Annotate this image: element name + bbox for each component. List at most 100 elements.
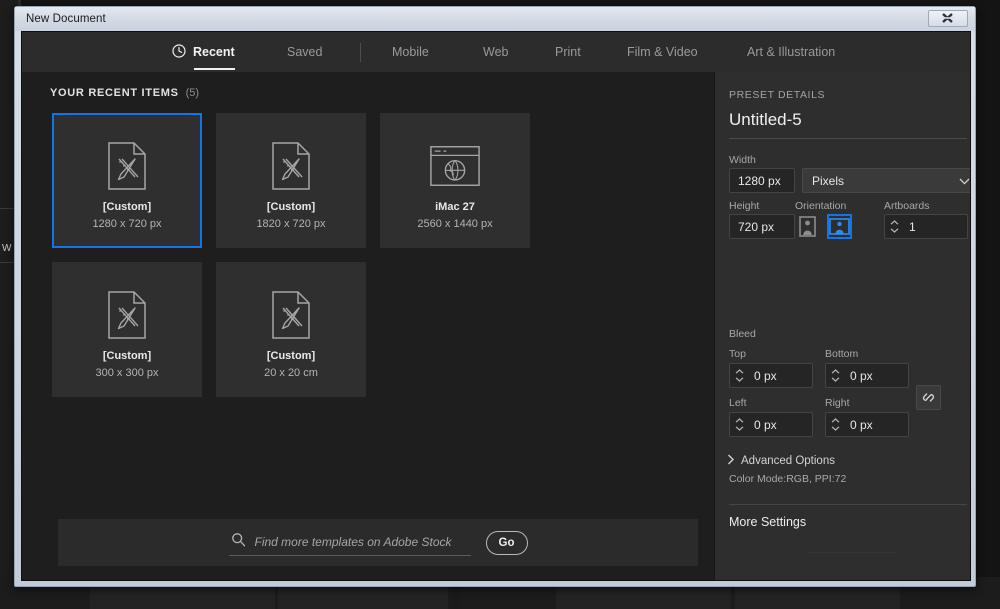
bleed-bottom-value: 0 px xyxy=(845,364,908,387)
stepper-arrows[interactable] xyxy=(826,413,845,436)
browser-globe-icon xyxy=(429,137,481,195)
portrait-orientation-icon[interactable] xyxy=(795,214,820,239)
recent-item-size: 300 x 300 px xyxy=(54,367,200,379)
recent-item-name: [Custom] xyxy=(54,350,200,362)
preset-details-pane: PRESET DETAILS Untitled-5 Width 1280 px … xyxy=(714,72,970,580)
recent-item-name: [Custom] xyxy=(218,201,364,213)
recent-item-card[interactable]: [Custom] 1820 x 720 px xyxy=(216,113,366,248)
new-document-window: New Document Recent Saved xyxy=(14,6,976,587)
bleed-right-label: Right xyxy=(825,397,909,409)
recent-items-pane: YOUR RECENT ITEMS (5) xyxy=(22,72,714,580)
new-document-dialog: Recent Saved Mobile Web Print Film & Vid… xyxy=(21,31,971,581)
units-select-value: Pixels xyxy=(812,174,844,188)
recent-item-card[interactable]: [Custom] 20 x 20 cm xyxy=(216,262,366,397)
recent-items-grid: [Custom] 1280 x 720 px xyxy=(52,113,652,397)
advanced-options-toggle[interactable]: Advanced Options xyxy=(727,452,835,470)
tab-saved[interactable]: Saved xyxy=(287,32,322,72)
stepper-arrows[interactable] xyxy=(730,364,749,387)
bleed-right-group: Right 0 px xyxy=(825,397,909,437)
bleed-left-input[interactable]: 0 px xyxy=(729,412,813,437)
height-input[interactable]: 720 px xyxy=(729,214,795,239)
bleed-bottom-group: Bottom 0 px xyxy=(825,348,909,388)
landscape-orientation-icon[interactable] xyxy=(827,214,852,239)
clock-icon xyxy=(172,44,186,61)
recent-item-name: iMac 27 xyxy=(382,201,528,213)
adobe-stock-search-bar: Find more templates on Adobe Stock Go xyxy=(58,519,698,566)
document-pencil-ruler-icon xyxy=(101,137,153,195)
color-mode-text: Color Mode:RGB, PPI:72 xyxy=(729,473,846,485)
bleed-left-value: 0 px xyxy=(749,413,812,436)
tab-label: Saved xyxy=(287,45,322,59)
document-name-input[interactable]: Untitled-5 xyxy=(729,110,802,130)
window-titlebar[interactable]: New Document xyxy=(15,7,975,31)
preset-details-label: PRESET DETAILS xyxy=(729,89,825,101)
recent-item-name: [Custom] xyxy=(218,350,364,362)
recent-item-size: 2560 x 1440 px xyxy=(382,218,528,230)
go-button[interactable]: Go xyxy=(486,531,528,555)
bleed-left-group: Left 0 px xyxy=(729,397,813,437)
recent-item-card[interactable]: iMac 27 2560 x 1440 px xyxy=(380,113,530,248)
window-title: New Document xyxy=(26,13,106,25)
tab-film-and-video[interactable]: Film & Video xyxy=(627,32,698,72)
search-icon xyxy=(231,532,246,552)
height-label: Height xyxy=(729,200,759,212)
tab-print[interactable]: Print xyxy=(555,32,581,72)
recent-item-card[interactable]: [Custom] 300 x 300 px xyxy=(52,262,202,397)
document-pencil-ruler-icon xyxy=(101,286,153,344)
close-icon[interactable] xyxy=(928,10,968,27)
stepper-arrows[interactable] xyxy=(826,364,845,387)
recent-item-name: [Custom] xyxy=(54,201,200,213)
recent-item-size: 1820 x 720 px xyxy=(218,218,364,230)
tab-recent[interactable]: Recent xyxy=(172,32,235,72)
tab-art-and-illustration[interactable]: Art & Illustration xyxy=(747,32,835,72)
stepper-arrows[interactable] xyxy=(885,215,904,238)
render-artifact xyxy=(807,552,897,553)
tab-group-divider xyxy=(360,43,361,62)
bleed-bottom-input[interactable]: 0 px xyxy=(825,363,909,388)
document-pencil-ruler-icon xyxy=(265,286,317,344)
document-pencil-ruler-icon xyxy=(265,137,317,195)
artboards-label: Artboards xyxy=(884,200,930,212)
divider xyxy=(729,138,967,139)
dialog-body: YOUR RECENT ITEMS (5) xyxy=(22,72,970,580)
recent-items-header: YOUR RECENT ITEMS (5) xyxy=(50,87,199,99)
bleed-top-label: Top xyxy=(729,348,813,360)
divider xyxy=(729,504,967,505)
recent-items-count: (5) xyxy=(186,87,199,99)
stepper-arrows[interactable] xyxy=(730,413,749,436)
artboards-stepper[interactable]: 1 xyxy=(884,214,968,239)
units-select[interactable]: Pixels xyxy=(802,168,971,193)
tab-label: Mobile xyxy=(392,45,429,59)
tab-label: Web xyxy=(483,45,508,59)
recent-item-card[interactable]: [Custom] 1280 x 720 px xyxy=(52,113,202,248)
active-tab-underline xyxy=(194,68,235,70)
template-category-tabs: Recent Saved Mobile Web Print Film & Vid… xyxy=(22,32,970,72)
stock-search-input[interactable]: Find more templates on Adobe Stock xyxy=(229,530,471,556)
tab-label: Recent xyxy=(193,45,235,59)
orientation-label: Orientation xyxy=(795,200,846,212)
stock-search-placeholder: Find more templates on Adobe Stock xyxy=(255,535,452,549)
bleed-left-label: Left xyxy=(729,397,813,409)
bleed-bottom-label: Bottom xyxy=(825,348,909,360)
tab-mobile[interactable]: Mobile xyxy=(392,32,429,72)
recent-item-size: 1280 x 720 px xyxy=(54,218,200,230)
tab-web[interactable]: Web xyxy=(483,32,508,72)
tab-label: Art & Illustration xyxy=(747,45,835,59)
link-chain-icon[interactable] xyxy=(916,385,941,410)
bleed-label: Bleed xyxy=(729,328,756,340)
bleed-top-input[interactable]: 0 px xyxy=(729,363,813,388)
tab-label: Print xyxy=(555,45,581,59)
width-label: Width xyxy=(729,154,756,166)
background-left-label: W xyxy=(2,243,12,254)
bleed-top-group: Top 0 px xyxy=(729,348,813,388)
more-settings-button[interactable]: More Settings xyxy=(729,515,806,529)
chevron-right-icon xyxy=(727,452,735,470)
chevron-down-icon xyxy=(959,174,970,188)
bleed-right-value: 0 px xyxy=(845,413,908,436)
tab-label: Film & Video xyxy=(627,45,698,59)
bleed-top-value: 0 px xyxy=(749,364,812,387)
page-title: YOUR RECENT ITEMS xyxy=(50,87,179,99)
bleed-right-input[interactable]: 0 px xyxy=(825,412,909,437)
width-input[interactable]: 1280 px xyxy=(729,168,795,193)
recent-item-size: 20 x 20 cm xyxy=(218,367,364,379)
